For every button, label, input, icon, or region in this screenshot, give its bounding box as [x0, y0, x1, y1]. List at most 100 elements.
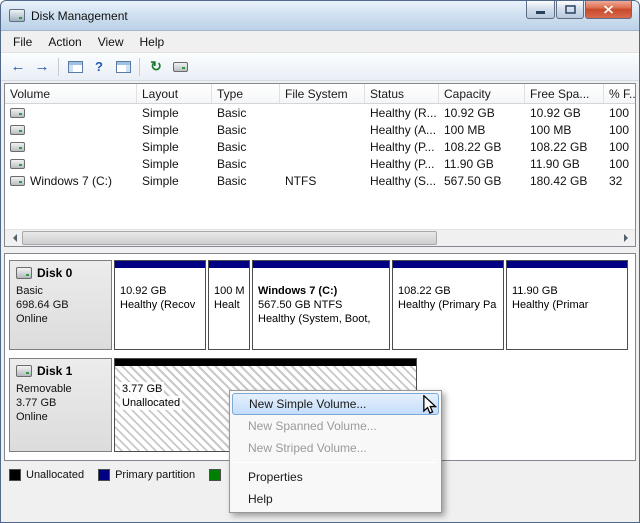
- volume-icon: [10, 142, 25, 152]
- scrollbar-thumb[interactable]: [22, 231, 437, 245]
- column-header-type[interactable]: Type: [212, 84, 280, 103]
- cell-pct-free: 32: [604, 174, 635, 188]
- cell-free-space: 180.42 GB: [525, 174, 604, 188]
- show-console-tree-button[interactable]: [63, 55, 87, 79]
- cell-free-space: 100 MB: [525, 123, 604, 137]
- unallocated-swatch-icon: [9, 469, 21, 481]
- maximize-button[interactable]: [556, 1, 584, 19]
- column-header-file-system[interactable]: File System: [280, 84, 365, 103]
- primary-partition-swatch-icon: [98, 469, 110, 481]
- menu-item-new-striped-volume: New Striped Volume...: [232, 437, 439, 459]
- show-console-tree-icon: [68, 61, 83, 73]
- scroll-left-button[interactable]: [5, 230, 22, 246]
- partition-size: 3.77 GB: [120, 382, 164, 396]
- volume-row-2[interactable]: Simple Basic Healthy (A... 100 MB 100 MB…: [5, 121, 635, 138]
- disk-icon: [16, 365, 32, 377]
- cell-capacity: 108.22 GB: [439, 140, 525, 154]
- menu-item-new-simple-volume[interactable]: New Simple Volume...: [232, 393, 439, 415]
- partition-status: Healthy (Primary Pa: [398, 298, 498, 312]
- partition-recovery[interactable]: 10.92 GB Healthy (Recov: [114, 260, 206, 350]
- menu-item-properties[interactable]: Properties: [232, 466, 439, 488]
- partition-status: Healthy (System, Boot,: [258, 312, 384, 326]
- horizontal-scrollbar[interactable]: [5, 229, 635, 246]
- partition-color-strip: [393, 261, 503, 268]
- menu-item-help[interactable]: Help: [232, 488, 439, 510]
- disk-0-info-panel[interactable]: Disk 0 Basic 698.64 GB Online: [9, 260, 112, 350]
- menu-file[interactable]: File: [5, 32, 40, 52]
- column-header-capacity[interactable]: Capacity: [439, 84, 525, 103]
- disk-icon: [16, 267, 32, 279]
- cell-layout: Simple: [137, 174, 212, 188]
- cell-type: Basic: [212, 123, 280, 137]
- volume-icon: [10, 125, 25, 135]
- cell-capacity: 10.92 GB: [439, 106, 525, 120]
- help-icon: ?: [95, 59, 103, 74]
- forward-button[interactable]: →: [30, 55, 54, 79]
- cell-status: Healthy (A...: [365, 123, 439, 137]
- column-header-free-space[interactable]: Free Spa...: [525, 84, 604, 103]
- extended-partition-swatch-icon: [209, 469, 221, 481]
- cell-layout: Simple: [137, 157, 212, 171]
- partition-windows7-c[interactable]: Windows 7 (C:) 567.50 GB NTFS Healthy (S…: [252, 260, 390, 350]
- window-controls: [525, 1, 632, 19]
- cell-type: Basic: [212, 106, 280, 120]
- volume-icon: [10, 159, 25, 169]
- menu-separator: [234, 462, 437, 463]
- cell-status: Healthy (P...: [365, 140, 439, 154]
- partition-primary-2[interactable]: 11.90 GB Healthy (Primar: [506, 260, 628, 350]
- menu-item-new-spanned-volume: New Spanned Volume...: [232, 415, 439, 437]
- cell-capacity: 567.50 GB: [439, 174, 525, 188]
- volume-row-3[interactable]: Simple Basic Healthy (P... 108.22 GB 108…: [5, 138, 635, 155]
- cell-type: Basic: [212, 140, 280, 154]
- rescan-disks-button[interactable]: [168, 55, 192, 79]
- show-action-pane-button[interactable]: [111, 55, 135, 79]
- menu-view[interactable]: View: [90, 32, 132, 52]
- disk-status: Online: [16, 312, 105, 326]
- cell-status: Healthy (R...: [365, 106, 439, 120]
- column-header-volume[interactable]: Volume: [5, 84, 137, 103]
- menu-action[interactable]: Action: [40, 32, 89, 52]
- partition-status: Unallocated: [120, 396, 182, 410]
- cell-free-space: 108.22 GB: [525, 140, 604, 154]
- column-header-pct-free[interactable]: % F...: [604, 84, 635, 103]
- disk-management-window: Disk Management File Action View Help ← …: [0, 0, 640, 523]
- column-header-layout[interactable]: Layout: [137, 84, 212, 103]
- volume-row-windows7-c[interactable]: Windows 7 (C:) Simple Basic NTFS Healthy…: [5, 172, 635, 189]
- partition-size: 10.92 GB: [120, 284, 200, 298]
- app-icon[interactable]: [9, 9, 25, 22]
- titlebar[interactable]: Disk Management: [1, 1, 639, 31]
- back-button[interactable]: ←: [6, 55, 30, 79]
- scroll-right-button[interactable]: [618, 230, 635, 246]
- toolbar: ← → ? ↻: [1, 53, 639, 81]
- menu-help[interactable]: Help: [132, 32, 173, 52]
- volume-row-1[interactable]: Simple Basic Healthy (R... 10.92 GB 10.9…: [5, 104, 635, 121]
- rescan-disks-icon: [173, 62, 188, 72]
- cell-layout: Simple: [137, 123, 212, 137]
- disk-type: Removable: [16, 382, 105, 396]
- disk-type: Basic: [16, 284, 105, 298]
- legend-label: Primary partition: [115, 469, 195, 481]
- minimize-button[interactable]: [526, 1, 555, 19]
- cell-type: Basic: [212, 157, 280, 171]
- volume-row-4[interactable]: Simple Basic Healthy (P... 11.90 GB 11.9…: [5, 155, 635, 172]
- refresh-button[interactable]: ↻: [144, 55, 168, 79]
- partition-size: 567.50 GB NTFS: [258, 298, 384, 312]
- partition-system-reserved[interactable]: 100 M Healt: [208, 260, 250, 350]
- disk-1-info-panel[interactable]: Disk 1 Removable 3.77 GB Online: [9, 358, 112, 452]
- help-button[interactable]: ?: [87, 55, 111, 79]
- close-button[interactable]: [585, 1, 632, 19]
- menu-bar: File Action View Help: [1, 31, 639, 53]
- refresh-icon: ↻: [150, 58, 162, 75]
- partition-primary-1[interactable]: 108.22 GB Healthy (Primary Pa: [392, 260, 504, 350]
- cell-free-space: 10.92 GB: [525, 106, 604, 120]
- volume-name: Windows 7 (C:): [30, 174, 112, 188]
- legend-label: Unallocated: [26, 469, 84, 481]
- scrollbar-track[interactable]: [22, 230, 618, 246]
- volume-icon: [10, 108, 25, 118]
- column-header-status[interactable]: Status: [365, 84, 439, 103]
- disk-name: Disk 0: [37, 266, 72, 280]
- cell-status: Healthy (S...: [365, 174, 439, 188]
- disk-name: Disk 1: [37, 364, 72, 378]
- disk-size: 698.64 GB: [16, 298, 105, 312]
- disk-status: Online: [16, 410, 105, 424]
